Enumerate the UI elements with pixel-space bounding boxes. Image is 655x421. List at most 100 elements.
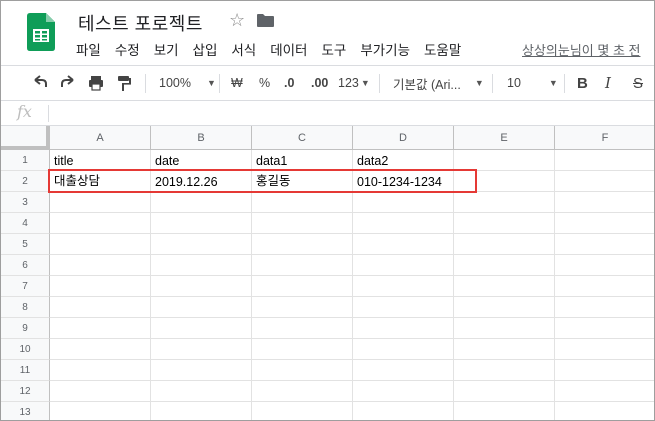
cell-d1[interactable]: data2 xyxy=(353,150,454,171)
column-header-c[interactable]: C xyxy=(252,126,353,150)
cell-c7[interactable] xyxy=(252,276,353,297)
cell-d10[interactable] xyxy=(353,339,454,360)
cell-f10[interactable] xyxy=(555,339,654,360)
menu-file[interactable]: 파일 xyxy=(76,39,101,59)
cell-b2[interactable]: 2019.12.26 xyxy=(151,171,252,192)
cell-e3[interactable] xyxy=(454,192,555,213)
menu-view[interactable]: 보기 xyxy=(154,39,179,59)
cell-f12[interactable] xyxy=(555,381,654,402)
row-header-2[interactable]: 2 xyxy=(1,171,50,192)
sheets-logo-icon[interactable] xyxy=(27,13,55,51)
cell-b13[interactable] xyxy=(151,402,252,420)
cell-b9[interactable] xyxy=(151,318,252,339)
cell-d11[interactable] xyxy=(353,360,454,381)
column-header-d[interactable]: D xyxy=(353,126,454,150)
cell-f11[interactable] xyxy=(555,360,654,381)
cell-d9[interactable] xyxy=(353,318,454,339)
cell-f9[interactable] xyxy=(555,318,654,339)
cell-d13[interactable] xyxy=(353,402,454,420)
row-header-11[interactable]: 11 xyxy=(1,360,50,381)
cell-a9[interactable] xyxy=(50,318,151,339)
menu-edit[interactable]: 수정 xyxy=(115,39,140,59)
cell-c8[interactable] xyxy=(252,297,353,318)
row-header-7[interactable]: 7 xyxy=(1,276,50,297)
cell-f7[interactable] xyxy=(555,276,654,297)
increase-decimal-button[interactable]: .00 xyxy=(311,66,328,100)
cell-d6[interactable] xyxy=(353,255,454,276)
cell-c5[interactable] xyxy=(252,234,353,255)
star-icon[interactable]: ☆ xyxy=(229,10,245,31)
font-size-select[interactable]: 10 ▼ xyxy=(507,66,558,100)
zoom-select[interactable]: 100% ▼ xyxy=(159,66,216,100)
cell-d7[interactable] xyxy=(353,276,454,297)
cell-a11[interactable] xyxy=(50,360,151,381)
row-header-5[interactable]: 5 xyxy=(1,234,50,255)
cell-c1[interactable]: data1 xyxy=(252,150,353,171)
cell-a10[interactable] xyxy=(50,339,151,360)
cell-c13[interactable] xyxy=(252,402,353,420)
cell-c12[interactable] xyxy=(252,381,353,402)
cell-b1[interactable]: date xyxy=(151,150,252,171)
cell-b5[interactable] xyxy=(151,234,252,255)
cell-c9[interactable] xyxy=(252,318,353,339)
cell-a3[interactable] xyxy=(50,192,151,213)
cell-f2[interactable] xyxy=(555,171,654,192)
currency-format-button[interactable]: ₩ xyxy=(231,66,243,100)
row-header-12[interactable]: 12 xyxy=(1,381,50,402)
decrease-decimal-button[interactable]: .0 xyxy=(284,66,294,100)
cell-a5[interactable] xyxy=(50,234,151,255)
menu-format[interactable]: 서식 xyxy=(231,39,256,59)
cell-a2[interactable]: 대출상담 xyxy=(50,171,151,192)
cell-a8[interactable] xyxy=(50,297,151,318)
menu-tools[interactable]: 도구 xyxy=(321,39,346,59)
cell-b8[interactable] xyxy=(151,297,252,318)
cell-e6[interactable] xyxy=(454,255,555,276)
cell-b12[interactable] xyxy=(151,381,252,402)
last-edit-link[interactable]: 상상의눈님이 몇 초 전 xyxy=(522,40,640,59)
select-all-corner[interactable] xyxy=(1,126,50,150)
cell-f4[interactable] xyxy=(555,213,654,234)
menu-help[interactable]: 도움말 xyxy=(424,39,461,59)
cell-b4[interactable] xyxy=(151,213,252,234)
cell-f8[interactable] xyxy=(555,297,654,318)
strikethrough-button[interactable]: S xyxy=(633,66,643,100)
cell-e9[interactable] xyxy=(454,318,555,339)
cell-e1[interactable] xyxy=(454,150,555,171)
cell-e8[interactable] xyxy=(454,297,555,318)
column-header-b[interactable]: B xyxy=(151,126,252,150)
formula-input[interactable] xyxy=(57,105,647,122)
percent-format-button[interactable]: % xyxy=(259,66,270,100)
font-family-select[interactable]: 기본값 (Ari... ▼ xyxy=(393,66,484,100)
cell-d3[interactable] xyxy=(353,192,454,213)
row-header-13[interactable]: 13 xyxy=(1,402,50,420)
menu-addons[interactable]: 부가기능 xyxy=(360,39,410,59)
cell-c3[interactable] xyxy=(252,192,353,213)
paint-format-icon[interactable] xyxy=(115,66,133,100)
menu-data[interactable]: 데이터 xyxy=(270,39,307,59)
row-header-4[interactable]: 4 xyxy=(1,213,50,234)
cell-c6[interactable] xyxy=(252,255,353,276)
cell-a1[interactable]: title xyxy=(50,150,151,171)
cell-b6[interactable] xyxy=(151,255,252,276)
cell-f6[interactable] xyxy=(555,255,654,276)
cell-e5[interactable] xyxy=(454,234,555,255)
cell-d8[interactable] xyxy=(353,297,454,318)
document-title[interactable]: 테스트 포로젝트 xyxy=(78,10,203,36)
folder-icon[interactable] xyxy=(257,14,274,27)
cell-e12[interactable] xyxy=(454,381,555,402)
cell-a4[interactable] xyxy=(50,213,151,234)
menu-insert[interactable]: 삽입 xyxy=(193,39,218,59)
column-header-a[interactable]: A xyxy=(50,126,151,150)
cell-d12[interactable] xyxy=(353,381,454,402)
cell-d4[interactable] xyxy=(353,213,454,234)
row-header-8[interactable]: 8 xyxy=(1,297,50,318)
row-header-6[interactable]: 6 xyxy=(1,255,50,276)
row-header-10[interactable]: 10 xyxy=(1,339,50,360)
cell-a6[interactable] xyxy=(50,255,151,276)
cell-a7[interactable] xyxy=(50,276,151,297)
cell-d5[interactable] xyxy=(353,234,454,255)
italic-button[interactable]: I xyxy=(605,66,611,100)
cell-e13[interactable] xyxy=(454,402,555,420)
column-header-e[interactable]: E xyxy=(454,126,555,150)
cell-e4[interactable] xyxy=(454,213,555,234)
